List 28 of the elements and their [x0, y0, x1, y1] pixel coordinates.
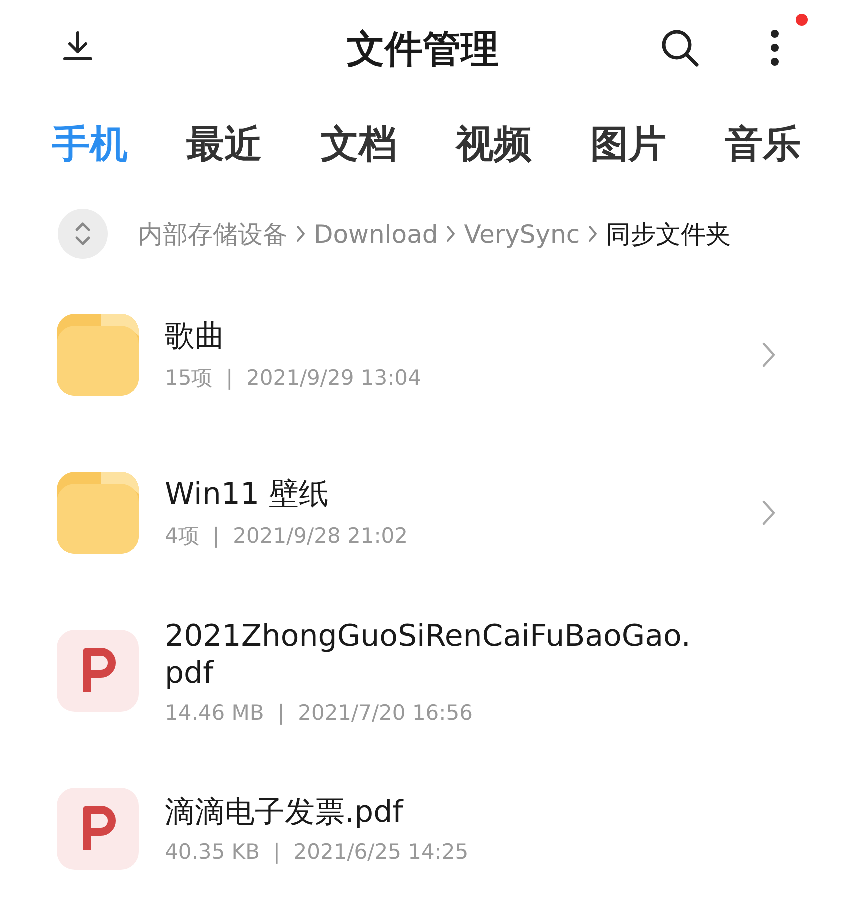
chevron-icon [588, 225, 598, 243]
search-icon[interactable] [660, 28, 700, 68]
tab[interactable]: 文档 [321, 118, 398, 170]
file-details: 15项 | 2021/9/29 13:04 [165, 364, 422, 392]
expand-collapse-icon[interactable] [58, 209, 108, 259]
tab[interactable]: 最近 [186, 118, 263, 170]
pdf-icon [57, 630, 139, 712]
breadcrumb-item[interactable]: 同步文件夹 [606, 218, 732, 250]
download-icon[interactable] [62, 30, 94, 62]
more-icon[interactable] [770, 30, 780, 66]
chevron-icon [762, 342, 776, 368]
file-details: 40.35 KB | 2021/6/25 14:25 [165, 840, 470, 864]
tab[interactable]: 音乐 [724, 118, 801, 170]
folder-icon [57, 314, 139, 396]
file-details: 14.46 MB | 2021/7/20 16:56 [165, 700, 474, 724]
page-title: 文件管理 [346, 26, 500, 73]
chevron-icon [446, 225, 456, 243]
tab[interactable]: 视频 [456, 118, 532, 170]
file-name[interactable]: 歌曲 [165, 318, 695, 356]
folder-icon [57, 472, 139, 554]
file-name[interactable]: Win11 壁纸 [165, 476, 695, 514]
file-name[interactable]: 滴滴电子发票.pdf [165, 794, 695, 832]
pdf-icon [57, 788, 139, 870]
chevron-icon [296, 225, 306, 243]
file-name[interactable]: 2021ZhongGuoSiRenCaiFuBaoGao.pdf [165, 618, 695, 692]
tab[interactable]: 图片 [590, 118, 666, 170]
chevron-icon [762, 500, 776, 526]
file-details: 4项 | 2021/9/28 21:02 [165, 522, 410, 550]
